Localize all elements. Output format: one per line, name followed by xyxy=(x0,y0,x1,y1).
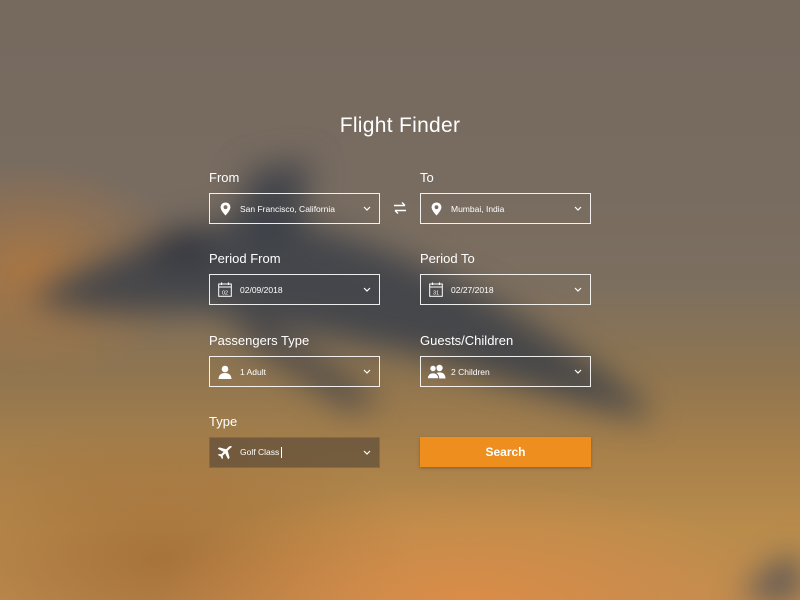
type-label: Type xyxy=(209,414,238,429)
chevron-down-icon xyxy=(355,450,379,455)
period-from-value: 02/09/2018 xyxy=(240,284,283,295)
class-type-select[interactable]: Golf Class xyxy=(209,437,380,468)
period-from-date-input[interactable]: 02 02/09/2018 xyxy=(209,274,380,305)
chevron-down-icon xyxy=(355,206,379,211)
calendar-day-text: 31 xyxy=(433,290,439,296)
text-cursor xyxy=(281,447,283,459)
from-select[interactable]: San Francisco, California xyxy=(209,193,380,224)
guests-children-value: 2 Children xyxy=(451,366,490,377)
page-title: Flight Finder xyxy=(339,114,461,137)
person-icon xyxy=(210,357,240,386)
calendar-icon: 31 xyxy=(421,275,451,304)
class-type-text: Golf Class xyxy=(240,446,280,457)
chevron-down-icon xyxy=(566,369,590,374)
to-select[interactable]: Mumbai, India xyxy=(420,193,591,224)
calendar-day-text: 02 xyxy=(222,290,228,296)
calendar-icon: 02 xyxy=(210,275,240,304)
period-from-label: Period From xyxy=(209,251,281,266)
guests-children-label: Guests/Children xyxy=(420,333,514,348)
from-value: San Francisco, California xyxy=(240,203,335,214)
location-pin-icon xyxy=(210,194,240,223)
from-label: From xyxy=(209,170,240,185)
chevron-down-icon xyxy=(566,287,590,292)
search-button[interactable]: Search xyxy=(420,437,591,467)
period-to-date-input[interactable]: 31 02/27/2018 xyxy=(420,274,591,305)
background-airplane-image xyxy=(0,0,800,600)
chevron-down-icon xyxy=(566,206,590,211)
period-to-label: Period To xyxy=(420,251,475,266)
chevron-down-icon xyxy=(355,287,379,292)
passengers-type-select[interactable]: 1 Adult xyxy=(209,356,380,387)
passengers-type-label: Passengers Type xyxy=(209,333,310,348)
passengers-type-value: 1 Adult xyxy=(240,366,266,377)
period-to-value: 02/27/2018 xyxy=(451,284,494,295)
class-type-value[interactable]: Golf Class xyxy=(240,446,355,459)
airplane-icon xyxy=(210,438,240,467)
to-label: To xyxy=(420,170,434,185)
people-icon xyxy=(421,357,451,386)
swap-arrows-icon[interactable] xyxy=(392,200,408,216)
to-value: Mumbai, India xyxy=(451,203,505,214)
guests-children-select[interactable]: 2 Children xyxy=(420,356,591,387)
location-pin-icon xyxy=(421,194,451,223)
chevron-down-icon xyxy=(355,369,379,374)
